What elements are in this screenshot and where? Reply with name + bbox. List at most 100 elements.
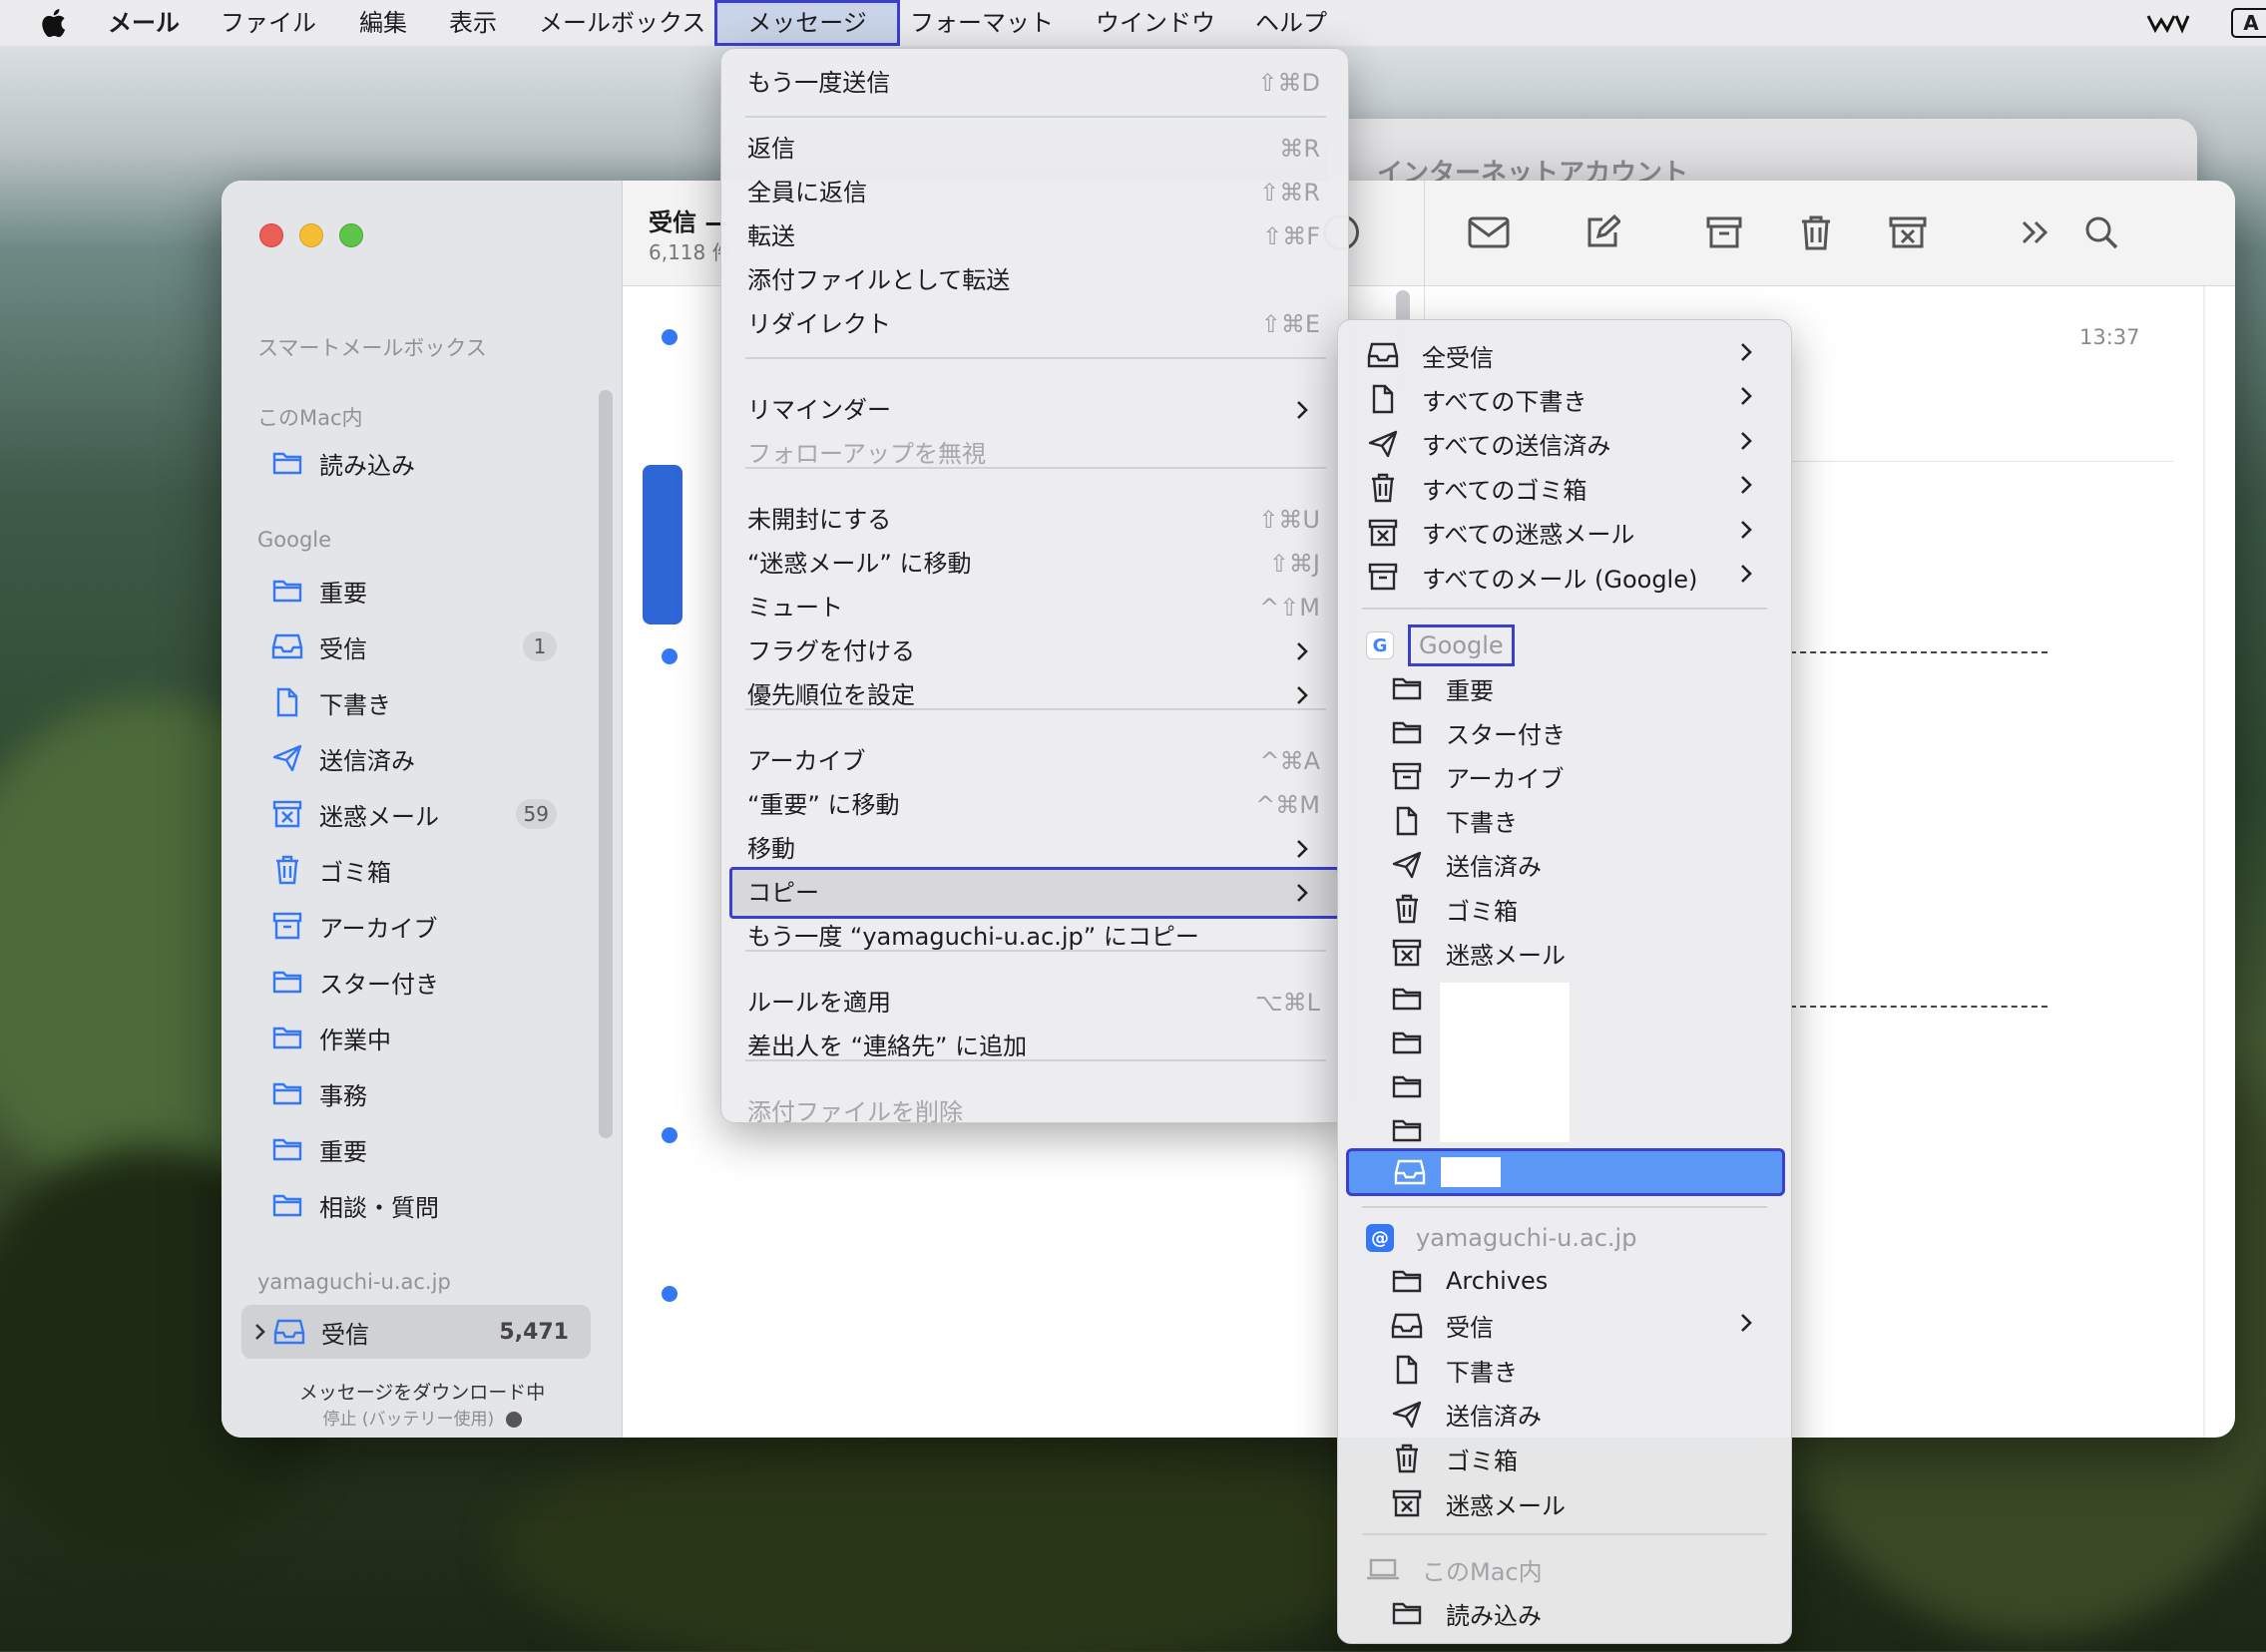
menu-item-11[interactable]: フラグを付ける <box>747 631 915 671</box>
copy-target-google-folder[interactable] <box>1390 1110 1446 1150</box>
menu-message[interactable]: メッセージ <box>714 0 900 46</box>
archive-icon[interactable] <box>1702 210 1746 254</box>
on-my-mac-header[interactable]: このMac内 <box>257 402 363 432</box>
google-header[interactable]: Google <box>257 528 331 552</box>
get-mail-icon[interactable] <box>1467 210 1511 254</box>
menu-window[interactable]: ウインドウ <box>1096 0 1215 46</box>
sidebar-scrollbar[interactable] <box>599 390 613 1138</box>
sidebar-item-google-10[interactable]: 重要 <box>271 1127 571 1171</box>
unread-dot[interactable] <box>662 1286 678 1302</box>
close-button[interactable] <box>259 223 283 247</box>
sidebar-item-google-11[interactable]: 相談・質問 <box>271 1183 571 1227</box>
disclosure-chevron-icon[interactable] <box>247 1322 273 1342</box>
menu-item-2[interactable]: 全員に返信 <box>747 173 867 212</box>
sidebar-item-google-5[interactable]: ゴミ箱 <box>271 848 571 892</box>
menu-item-13[interactable]: アーカイブ <box>747 741 866 781</box>
trash-icon[interactable] <box>1794 210 1838 254</box>
menu-item-4[interactable]: 添付ファイルとして転送 <box>747 260 1010 300</box>
menu-item-1[interactable]: 返信 <box>747 129 795 169</box>
copy-target-google-folder[interactable] <box>1390 1066 1446 1106</box>
menu-mailbox[interactable]: メールボックス <box>539 0 705 46</box>
copy-target-google-0[interactable]: 重要 <box>1390 668 1494 708</box>
copy-target-yamaguchi-3[interactable]: 送信済み <box>1390 1395 1542 1435</box>
sidebar-item-google-3[interactable]: 送信済み <box>271 736 571 780</box>
copy-target-google-1[interactable]: スター付き <box>1390 712 1566 752</box>
copy-target-google-4[interactable]: 送信済み <box>1390 845 1542 885</box>
smart-mailboxes-header[interactable]: スマートメールボックス <box>257 332 487 362</box>
redacted-block <box>1441 1157 1501 1187</box>
sidebar-item-google-4[interactable]: 迷惑メール 59 <box>271 792 571 836</box>
copy-target-selected[interactable] <box>1346 1148 1785 1196</box>
stop-icon[interactable] <box>505 1412 522 1428</box>
menu-shortcut: ⇧⌘D <box>1257 69 1320 97</box>
menu-edit[interactable]: 編集 <box>359 0 407 46</box>
copy-target-yamaguchi-0[interactable]: Archives <box>1390 1261 1548 1301</box>
sidebar-item-google-6[interactable]: アーカイブ <box>271 904 571 948</box>
copy-target-google-folder[interactable] <box>1390 979 1446 1019</box>
sidebar-item-google-2[interactable]: 下書き <box>271 680 571 724</box>
sidebar-item-google-8[interactable]: 作業中 <box>271 1016 571 1059</box>
copy-target-all-2[interactable]: すべての送信済み <box>1366 424 1752 464</box>
menu-item-15[interactable]: 移動 <box>747 829 795 869</box>
sidebar-item-google-9[interactable]: 事務 <box>271 1071 571 1115</box>
search-icon[interactable] <box>2079 210 2123 254</box>
input-source-icon[interactable]: A <box>2231 8 2266 38</box>
copy-target-all-5[interactable]: すべてのメール (Google) <box>1366 557 1752 597</box>
zoom-button[interactable] <box>339 223 363 247</box>
menu-file[interactable]: ファイル <box>221 0 316 46</box>
sidebar-item-google-1[interactable]: 受信 1 <box>271 624 571 668</box>
sidebar-item-google-0[interactable]: 重要 <box>271 569 571 613</box>
compose-icon[interactable] <box>1581 210 1624 254</box>
minimize-button[interactable] <box>299 223 323 247</box>
sidebar-item-yamaguchi-inbox[interactable]: 受信 5,471 <box>241 1305 591 1359</box>
folder-icon <box>271 966 303 998</box>
menu-view[interactable]: 表示 <box>449 0 497 46</box>
copy-target-all-4[interactable]: すべての迷惑メール <box>1366 513 1752 553</box>
menu-item-10[interactable]: ミュート <box>747 588 843 627</box>
menu-item-12[interactable]: 優先順位を設定 <box>747 675 915 715</box>
menu-item-17[interactable]: もう一度 “yamaguchi-u.ac.jp” にコピー <box>747 917 1199 957</box>
menu-item-copy-highlight[interactable] <box>729 867 1340 919</box>
copy-target-google-folder[interactable] <box>1390 1023 1446 1062</box>
status-app-icon[interactable] <box>2145 0 2191 46</box>
unread-dot[interactable] <box>662 1127 678 1143</box>
copy-target-google-3[interactable]: 下書き <box>1390 801 1518 841</box>
menu-item-9[interactable]: “迷惑メール” に移動 <box>747 544 972 584</box>
menu-item-18[interactable]: ルールを適用 <box>747 983 891 1023</box>
menu-app-name[interactable]: メール <box>108 0 180 46</box>
menu-item-6[interactable]: リマインダー <box>747 390 891 430</box>
apple-icon[interactable] <box>38 0 68 46</box>
menu-format[interactable]: フォーマット <box>910 0 1054 46</box>
copy-target-yamaguchi-4[interactable]: ゴミ箱 <box>1390 1439 1518 1478</box>
menu-help[interactable]: ヘルプ <box>1255 0 1327 46</box>
copy-target-yamaguchi-5[interactable]: 迷惑メール <box>1390 1483 1566 1523</box>
copy-target-yamaguchi-1[interactable]: 受信 <box>1390 1306 1752 1346</box>
junk-icon[interactable] <box>1886 210 1930 254</box>
menu-item-3[interactable]: 転送 <box>747 216 795 256</box>
menu-item-5[interactable]: リダイレクト <box>747 304 891 344</box>
sidebar-item-mac-0[interactable]: 読み込み <box>271 441 571 485</box>
menu-item-8[interactable]: 未開封にする <box>747 500 891 540</box>
copy-target-google-2[interactable]: アーカイブ <box>1390 756 1565 796</box>
viewer-scrollbar[interactable] <box>2203 286 2205 1438</box>
menu-item-0[interactable]: もう一度送信 <box>747 63 890 103</box>
copy-target-google-5[interactable]: ゴミ箱 <box>1390 889 1518 929</box>
copy-target-label: 送信済み <box>1446 853 1542 882</box>
copy-target-mac-0[interactable]: 読み込み <box>1390 1593 1542 1633</box>
more-toolbar-icon[interactable] <box>2014 210 2057 254</box>
folder-icon <box>1390 1026 1424 1059</box>
copy-target-all-0[interactable]: 全受信 <box>1366 335 1752 375</box>
selected-message-row[interactable] <box>643 465 682 624</box>
menu-item-19[interactable]: 差出人を “連絡先” に追加 <box>747 1027 1027 1066</box>
copy-target-all-3[interactable]: すべてのゴミ箱 <box>1366 468 1752 508</box>
copy-target-google-6[interactable]: 迷惑メール <box>1390 933 1566 973</box>
unread-dot[interactable] <box>662 329 678 345</box>
unread-dot[interactable] <box>662 648 678 664</box>
copy-target-yamaguchi-2[interactable]: 下書き <box>1390 1350 1518 1390</box>
menu-item-16[interactable]: コピー <box>747 873 819 913</box>
yamaguchi-header[interactable]: yamaguchi-u.ac.jp <box>257 1270 451 1294</box>
menu-item-14[interactable]: “重要” に移動 <box>747 785 900 825</box>
copy-target-all-1[interactable]: すべての下書き <box>1366 379 1752 419</box>
sidebar-item-google-7[interactable]: スター付き <box>271 960 571 1004</box>
yamaguchi-header-label: yamaguchi-u.ac.jp <box>1416 1224 1637 1252</box>
